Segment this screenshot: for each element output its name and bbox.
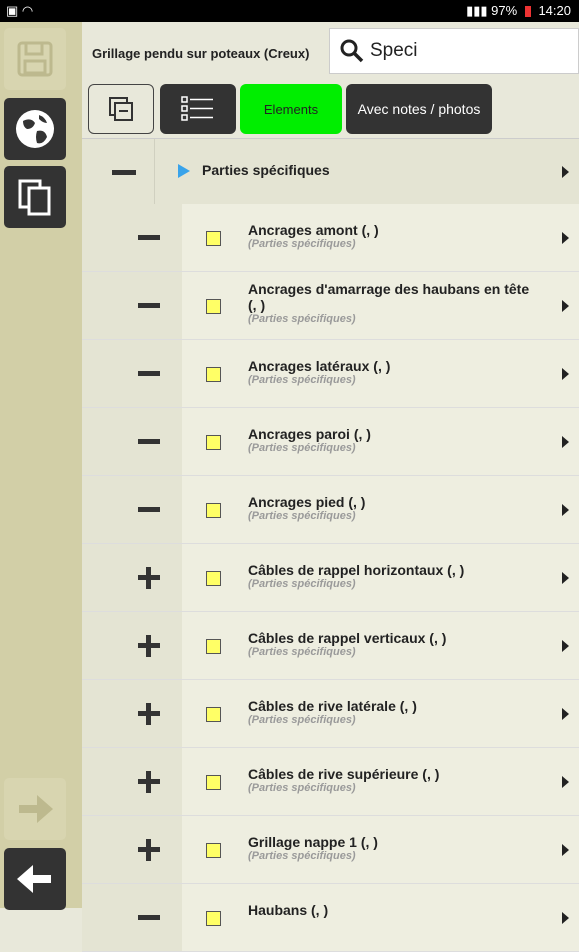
expand-arrow-icon <box>178 164 190 178</box>
copy-button[interactable] <box>4 166 66 228</box>
chevron-right-icon[interactable] <box>562 844 569 856</box>
item-category: (Parties spécifiques) <box>248 714 356 726</box>
item-name: Grillage nappe 1 (, ) <box>248 834 378 850</box>
item-category: (Parties spécifiques) <box>248 313 356 325</box>
battery-text: 97% <box>491 3 518 18</box>
chevron-right-icon[interactable] <box>562 912 569 924</box>
list-item[interactable]: Ancrages latéraux (, ) (Parties spécifiqu… <box>82 340 579 408</box>
status-square-icon <box>206 843 221 858</box>
collapse-group-icon[interactable] <box>112 170 136 175</box>
chevron-right-icon[interactable] <box>562 300 569 312</box>
item-name: Haubans (, ) <box>248 902 329 918</box>
globe-button[interactable] <box>4 98 66 160</box>
status-square-icon <box>206 571 221 586</box>
chevron-right-icon[interactable] <box>562 640 569 652</box>
list-view-button[interactable] <box>160 84 236 134</box>
header: Grillage pendu sur poteaux (Creux) Speci <box>82 22 579 80</box>
clock: 14:20 <box>538 3 571 18</box>
collapse-icon[interactable] <box>138 439 160 444</box>
chevron-right-icon[interactable] <box>562 232 569 244</box>
item-name: Câbles de rappel verticaux (, ) <box>248 630 447 646</box>
divider <box>154 139 155 205</box>
back-button[interactable] <box>4 848 66 910</box>
item-category: (Parties spécifiques) <box>248 646 356 658</box>
collapse-icon[interactable] <box>138 303 160 308</box>
list-item[interactable]: Câbles de rive latérale (, ) (Parties spé… <box>82 680 579 748</box>
chevron-right-icon[interactable] <box>562 504 569 516</box>
chevron-right-icon[interactable] <box>562 436 569 448</box>
status-square-icon <box>206 435 221 450</box>
item-category: (Parties spécifiques) <box>248 782 356 794</box>
list-item[interactable]: Ancrages pied (, ) (Parties spécifiques) <box>82 476 579 544</box>
item-name: Ancrages paroi (, ) <box>248 426 371 442</box>
notes-photos-button[interactable]: Avec notes / photos <box>346 84 492 134</box>
status-square-icon <box>206 231 221 246</box>
item-name: Câbles de rive latérale (, ) <box>248 698 417 714</box>
sidebar <box>0 22 82 910</box>
chevron-right-icon[interactable] <box>562 572 569 584</box>
item-list: Ancrages amont (, ) (Parties spécifiques)… <box>82 204 579 952</box>
status-bar: ▣ ◠ ▮▮▮ 97% 14:20 <box>0 0 579 22</box>
item-category: (Parties spécifiques) <box>248 374 356 386</box>
list-item[interactable]: Câbles de rappel verticaux (, ) (Parties … <box>82 612 579 680</box>
search-field[interactable]: Speci <box>329 28 579 74</box>
arrow-left-icon <box>17 865 51 893</box>
collapse-icon[interactable] <box>138 915 160 920</box>
item-category: (Parties spécifiques) <box>248 510 356 522</box>
status-right: ▮▮▮ 97% 14:20 <box>466 3 571 19</box>
list-item[interactable]: Haubans (, ) <box>82 884 579 952</box>
chevron-right-icon[interactable] <box>562 776 569 788</box>
status-square-icon <box>206 707 221 722</box>
battery-icon <box>524 6 531 18</box>
list-item[interactable]: Ancrages paroi (, ) (Parties spécifiques) <box>82 408 579 476</box>
item-category: (Parties spécifiques) <box>248 442 356 454</box>
collapse-all-button[interactable] <box>88 84 154 134</box>
status-square-icon <box>206 639 221 654</box>
forward-button[interactable] <box>4 778 66 840</box>
list-item[interactable]: Grillage nappe 1 (, ) (Parties spécifique… <box>82 816 579 884</box>
group-label: Parties spécifiques <box>202 162 330 178</box>
chevron-right-icon[interactable] <box>562 166 569 178</box>
list-item[interactable]: Câbles de rappel horizontaux (, ) (Partie… <box>82 544 579 612</box>
collapse-icon <box>109 97 133 121</box>
list-item[interactable]: Ancrages d'amarrage des haubans en tête … <box>82 272 579 340</box>
item-name: Câbles de rive supérieure (, ) <box>248 766 440 782</box>
group-header[interactable]: Parties spécifiques <box>82 138 579 206</box>
collapse-icon[interactable] <box>138 371 160 376</box>
list-item[interactable]: Ancrages amont (, ) (Parties spécifiques) <box>82 204 579 272</box>
arrow-right-icon <box>19 795 53 823</box>
collapse-icon[interactable] <box>138 507 160 512</box>
notification-icons: ▣ ◠ <box>6 3 34 18</box>
copy-icon <box>18 179 51 216</box>
item-name: Ancrages d'amarrage des haubans en tête … <box>248 281 530 313</box>
item-name: Ancrages latéraux (, ) <box>248 358 391 374</box>
item-name: Câbles de rappel horizontaux (, ) <box>248 562 465 578</box>
signal-icon: ▮▮▮ <box>466 3 492 18</box>
item-category: (Parties spécifiques) <box>248 578 356 590</box>
status-square-icon <box>206 775 221 790</box>
toolbar: Elements Avec notes / photos <box>82 80 579 138</box>
chevron-right-icon[interactable] <box>562 368 569 380</box>
save-icon <box>17 41 53 77</box>
status-square-icon <box>206 503 221 518</box>
status-square-icon <box>206 367 221 382</box>
item-name: Ancrages amont (, ) <box>248 222 379 238</box>
globe-icon <box>16 110 54 148</box>
collapse-icon[interactable] <box>138 235 160 240</box>
search-icon <box>340 39 364 63</box>
item-name: Ancrages pied (, ) <box>248 494 366 510</box>
item-category: (Parties spécifiques) <box>248 850 356 862</box>
status-square-icon <box>206 911 221 926</box>
save-button[interactable] <box>4 28 66 90</box>
list-item[interactable]: Câbles de rive supérieure (, ) (Parties s… <box>82 748 579 816</box>
status-square-icon <box>206 299 221 314</box>
page-title: Grillage pendu sur poteaux (Creux) <box>92 46 310 61</box>
list-icon <box>181 96 213 121</box>
search-input[interactable]: Speci <box>370 40 418 62</box>
elements-button[interactable]: Elements <box>240 84 342 134</box>
chevron-right-icon[interactable] <box>562 708 569 720</box>
item-category: (Parties spécifiques) <box>248 238 356 250</box>
